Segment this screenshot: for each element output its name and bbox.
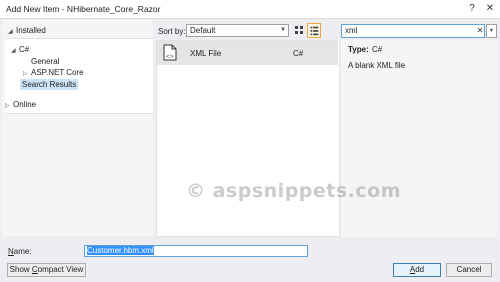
- categories-panel: ◢ Installed ◢ C# General ▷ ASP.NET Core Sea…: [2, 20, 153, 236]
- search-dropdown-button[interactable]: ▾: [486, 24, 497, 38]
- close-button[interactable]: ✕: [484, 3, 496, 15]
- window-title: Add New Item - NHibernate_Core_Razor: [6, 4, 161, 14]
- list-view-icon[interactable]: [307, 23, 321, 38]
- sort-by-label: Sort by:: [158, 27, 186, 36]
- installed-label: Installed: [16, 26, 46, 35]
- sort-by-value: Default: [190, 26, 216, 35]
- cancel-button[interactable]: Cancel: [446, 263, 492, 277]
- name-value: Customer.hbm.xml: [87, 246, 154, 255]
- show-compact-view-button[interactable]: Show Compact View: [7, 263, 86, 277]
- collapse-arrow-icon[interactable]: ◢: [8, 28, 16, 35]
- type-value: C#: [372, 45, 383, 54]
- tree-item-general[interactable]: General: [31, 56, 59, 67]
- template-description: A blank XML file: [348, 61, 406, 70]
- sort-by-dropdown[interactable]: Default ▼: [186, 24, 289, 37]
- tree-item-label: General: [31, 57, 60, 66]
- search-value: xml: [345, 26, 358, 35]
- tree-item-label: Search Results: [22, 80, 77, 89]
- help-button[interactable]: ?: [466, 3, 478, 15]
- add-button[interactable]: Add: [393, 263, 441, 277]
- tree-installed[interactable]: ◢ Installed: [8, 26, 46, 35]
- chevron-down-icon: ▼: [280, 27, 286, 33]
- online-label: Online: [13, 100, 37, 109]
- title-bar: Add New Item - NHibernate_Core_Razor ? ✕: [0, 0, 500, 19]
- xml-file-icon: <>: [163, 44, 177, 61]
- tree-online[interactable]: ▷ Online: [5, 99, 36, 110]
- template-language: C#: [293, 49, 304, 58]
- tree-item-label: ASP.NET Core: [31, 68, 84, 77]
- watermark: © aspsnippets.com: [186, 180, 402, 202]
- search-input[interactable]: xml: [341, 24, 485, 38]
- svg-text:<>: <>: [166, 54, 174, 60]
- template-name: XML File: [190, 49, 222, 58]
- list-item[interactable]: [157, 41, 338, 65]
- tree-item-label: C#: [19, 45, 30, 54]
- collapse-arrow-icon[interactable]: ◢: [11, 46, 19, 57]
- name-field[interactable]: Customer.hbm.xml: [84, 245, 308, 257]
- grid-view-icon[interactable]: [293, 24, 306, 37]
- expand-arrow-icon[interactable]: ▷: [5, 101, 13, 112]
- type-label: Type:: [348, 45, 369, 54]
- tree-item-aspnet-core[interactable]: ▷ ASP.NET Core: [23, 67, 84, 78]
- templates-list: [156, 40, 340, 237]
- tree-item-search-results[interactable]: Search Results: [20, 79, 79, 90]
- tree-item-csharp[interactable]: ◢ C#: [11, 44, 29, 55]
- name-label: Name:: [8, 247, 32, 256]
- clear-icon[interactable]: ✕: [476, 25, 484, 37]
